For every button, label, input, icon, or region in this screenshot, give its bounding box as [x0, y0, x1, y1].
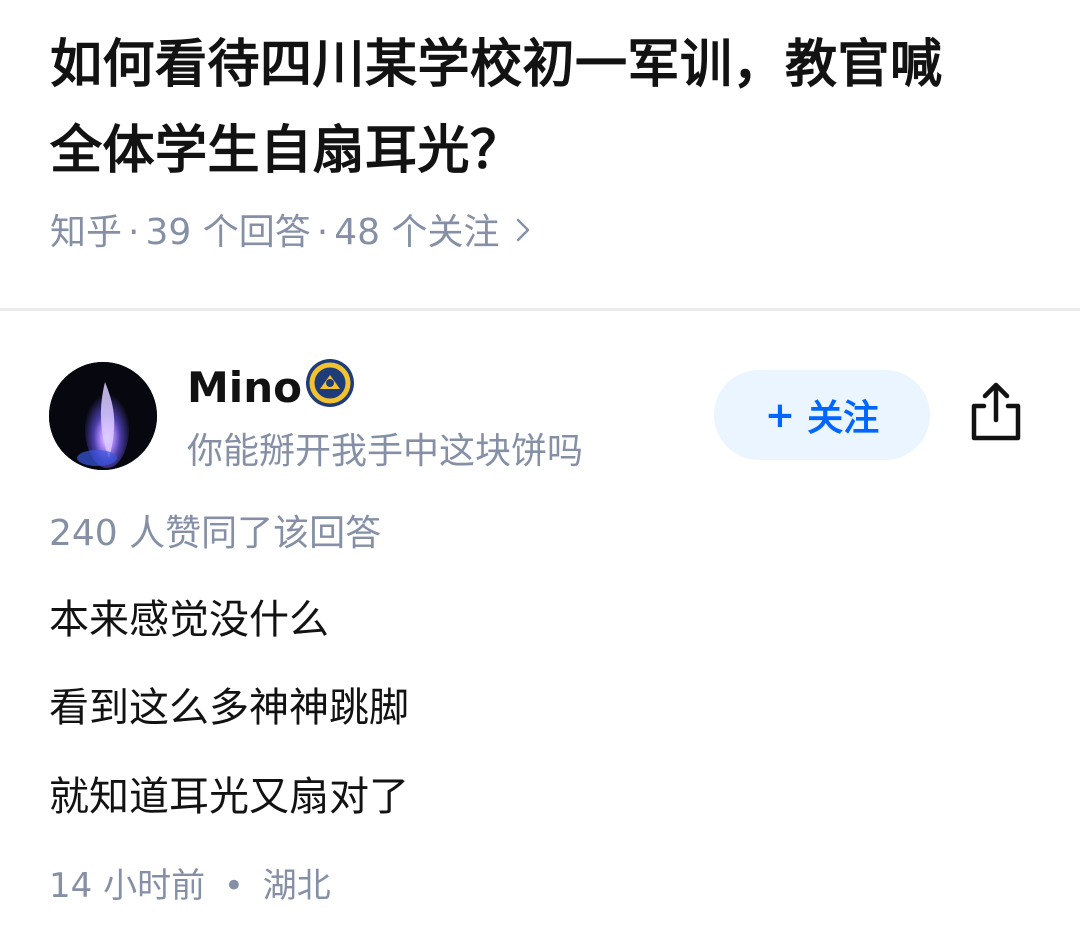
question-meta[interactable]: 知乎 · 39 个回答 · 48 个关注: [50, 208, 531, 258]
footer-separator: •: [223, 866, 244, 906]
author-avatar[interactable]: [49, 362, 157, 470]
answer-text-line: 本来感觉没什么: [49, 597, 329, 643]
section-divider: [0, 308, 1080, 311]
question-title-line-2: 全体学生自扇耳光？: [50, 121, 523, 181]
plus-icon: +: [764, 394, 796, 436]
meta-separator: ·: [316, 212, 329, 253]
answer-location: 湖北: [262, 866, 331, 906]
question-title-line-1: 如何看待四川某学校初一军训，教官喊: [50, 35, 943, 95]
answer-text-line: 看到这么多神神跳脚: [49, 685, 409, 731]
question-header[interactable]: 如何看待四川某学校初一军训，教官喊 全体学生自扇耳光？ 知乎 · 39 个回答 …: [50, 22, 1040, 253]
follower-count: 48 个关注: [334, 212, 500, 253]
answer-count: 39 个回答: [145, 212, 311, 253]
question-source: 知乎: [50, 212, 123, 253]
chevron-right-icon[interactable]: [515, 208, 531, 258]
upvote-summary: 240 人赞同了该回答: [49, 513, 382, 554]
author-bio: 你能掰开我手中这块饼吗: [187, 431, 584, 472]
answer-time: 14 小时前: [49, 866, 206, 906]
question-title[interactable]: 如何看待四川某学校初一军训，教官喊 全体学生自扇耳光？: [50, 22, 1040, 194]
answer-text-line: 就知道耳光又扇对了: [49, 774, 409, 820]
follow-button[interactable]: + 关注: [714, 370, 930, 460]
verified-badge-icon: [304, 357, 356, 409]
follow-button-label: 关注: [807, 398, 880, 439]
meta-separator: ·: [128, 212, 140, 253]
answer-footer: 14 小时前 • 湖北: [49, 862, 331, 910]
share-icon[interactable]: [966, 380, 1026, 444]
author-name[interactable]: Mino: [187, 360, 302, 416]
answer-page: 如何看待四川某学校初一军训，教官喊 全体学生自扇耳光？ 知乎 · 39 个回答 …: [0, 0, 1080, 946]
